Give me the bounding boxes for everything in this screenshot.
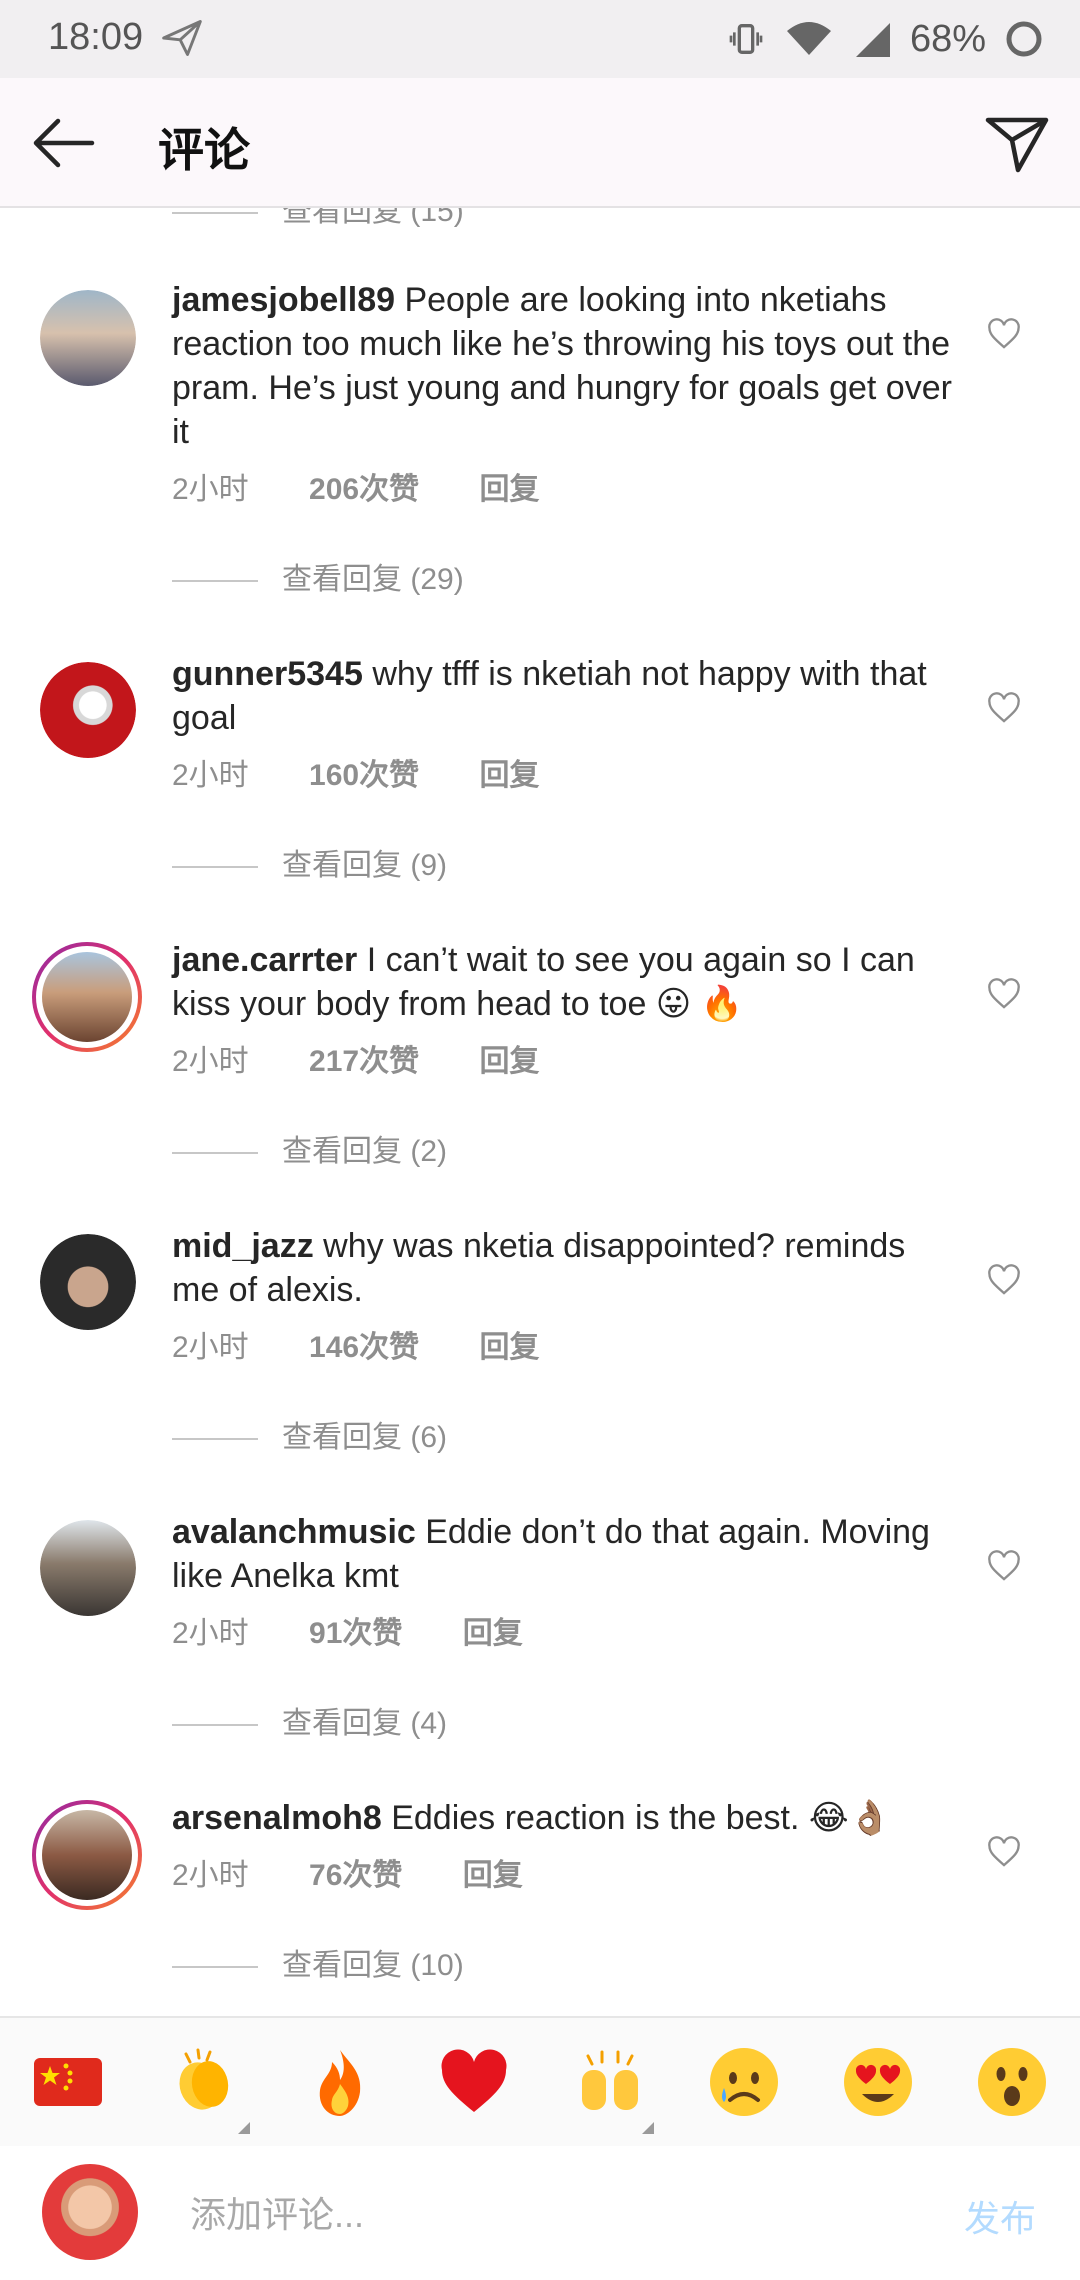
heart-icon[interactable] (986, 1836, 1022, 1868)
heart-icon[interactable] (986, 1550, 1022, 1582)
reply-button[interactable]: 回复 (463, 1608, 523, 1652)
view-replies-link[interactable]: 查看回复 (9) (172, 840, 447, 884)
emoji-quick-bar (0, 2016, 1080, 2148)
avatar-with-story-ring[interactable] (32, 942, 142, 1052)
divider-line (172, 1152, 258, 1155)
reply-button[interactable]: 回复 (479, 1322, 539, 1366)
comment-time: 2小时 (172, 1859, 249, 1892)
comment-text: gunner5345 why tfff is nketiah not happy… (172, 652, 952, 740)
raising-hands-emoji[interactable] (572, 2044, 648, 2120)
comment-text: mid_jazz why was nketia disappointed? re… (172, 1224, 952, 1312)
comment-likes[interactable]: 160次赞 (309, 750, 419, 794)
paper-plane-icon (162, 20, 202, 56)
comment-meta: 2小时 160次赞 回复 (172, 750, 539, 794)
reply-button[interactable]: 回复 (479, 750, 539, 794)
comment-list[interactable]: 查看回复 (15) jamesjobell89 People are looki… (0, 208, 1080, 2016)
divider-line (172, 1724, 258, 1727)
current-user-avatar (42, 2164, 138, 2260)
header: 评论 (0, 78, 1080, 208)
comment-time: 2小时 (172, 1331, 249, 1364)
signal-icon (855, 23, 890, 57)
comment-text: jamesjobell89 People are looking into nk… (172, 278, 952, 454)
heart-eyes-emoji[interactable] (840, 2044, 916, 2120)
view-replies-link[interactable]: 查看回复 (6) (172, 1412, 447, 1456)
avatar-with-story-ring[interactable] (32, 1800, 142, 1910)
comment-username[interactable]: arsenalmoh8 (172, 1799, 382, 1837)
avatar[interactable] (40, 1520, 136, 1616)
view-replies-link[interactable]: 查看回复 (15) (172, 208, 464, 230)
comment-input-bar: 发布 (0, 2146, 1080, 2280)
clapping-hands-emoji[interactable] (166, 2044, 242, 2120)
skin-tone-indicator (238, 2122, 250, 2134)
post-button[interactable]: 发布 (964, 2190, 1036, 2242)
reply-button[interactable]: 回复 (479, 464, 539, 508)
avatar[interactable] (40, 1234, 136, 1330)
reply-button[interactable]: 回复 (479, 1036, 539, 1080)
comment-likes[interactable]: 76次赞 (309, 1850, 402, 1894)
comment-username[interactable]: mid_jazz (172, 1227, 314, 1265)
page-title: 评论 (158, 124, 250, 176)
china-flag-emoji[interactable] (30, 2044, 106, 2120)
comment-username[interactable]: jane.carrter (172, 941, 357, 979)
fire-emoji[interactable] (302, 2044, 378, 2120)
heart-icon[interactable] (986, 318, 1022, 350)
divider-line (172, 1966, 258, 1969)
divider-line (172, 1438, 258, 1441)
red-heart-emoji[interactable] (436, 2044, 512, 2120)
heart-icon[interactable] (986, 978, 1022, 1010)
wifi-icon (786, 22, 831, 55)
comment-time: 2小时 (172, 759, 249, 792)
vibrate-icon (729, 24, 763, 54)
avatar[interactable] (40, 290, 136, 386)
battery-percent: 68% (909, 17, 986, 60)
comment-username[interactable]: avalanchmusic (172, 1513, 416, 1551)
back-arrow-icon[interactable] (28, 108, 98, 178)
heart-icon[interactable] (986, 1264, 1022, 1296)
comment-meta: 2小时 206次赞 回复 (172, 464, 539, 508)
battery-icon (1006, 21, 1042, 57)
comment-username[interactable]: gunner5345 (172, 655, 363, 693)
comment-time: 2小时 (172, 473, 249, 506)
comment-meta: 2小时 76次赞 回复 (172, 1850, 523, 1894)
comment-likes[interactable]: 91次赞 (309, 1608, 402, 1652)
sad-face-emoji[interactable] (706, 2044, 782, 2120)
comment-text: arsenalmoh8 Eddies reaction is the best.… (172, 1796, 952, 1840)
comment-time: 2小时 (172, 1045, 249, 1078)
heart-icon[interactable] (986, 692, 1022, 724)
view-replies-link[interactable]: 查看回复 (4) (172, 1698, 447, 1742)
direct-share-icon[interactable] (982, 108, 1052, 178)
status-time: 18:09 (48, 16, 144, 58)
surprised-face-emoji[interactable] (974, 2044, 1050, 2120)
divider-line (172, 580, 258, 583)
comment-time: 2小时 (172, 1617, 249, 1650)
view-replies-link[interactable]: 查看回复 (2) (172, 1126, 447, 1170)
comment-text: avalanchmusic Eddie don’t do that again.… (172, 1510, 952, 1598)
status-bar: 18:09 68% (0, 0, 1080, 78)
view-replies-link[interactable]: 查看回复 (10) (172, 1940, 464, 1984)
comment-meta: 2小时 91次赞 回复 (172, 1608, 523, 1652)
skin-tone-indicator (642, 2122, 654, 2134)
divider-line (172, 866, 258, 869)
comment-likes[interactable]: 206次赞 (309, 464, 419, 508)
comment-meta: 2小时 146次赞 回复 (172, 1322, 539, 1366)
comment-likes[interactable]: 146次赞 (309, 1322, 419, 1366)
comment-likes[interactable]: 217次赞 (309, 1036, 419, 1080)
view-replies-link[interactable]: 查看回复 (29) (172, 554, 464, 598)
divider-line (172, 212, 258, 215)
avatar[interactable] (40, 662, 136, 758)
comment-body: Eddies reaction is the best. 😂👌🏽 (391, 1799, 891, 1837)
reply-button[interactable]: 回复 (463, 1850, 523, 1894)
comment-text: jane.carrter I can’t wait to see you aga… (172, 938, 952, 1026)
comment-meta: 2小时 217次赞 回复 (172, 1036, 539, 1080)
comment-username[interactable]: jamesjobell89 (172, 281, 395, 319)
comment-input[interactable] (188, 2186, 842, 2244)
